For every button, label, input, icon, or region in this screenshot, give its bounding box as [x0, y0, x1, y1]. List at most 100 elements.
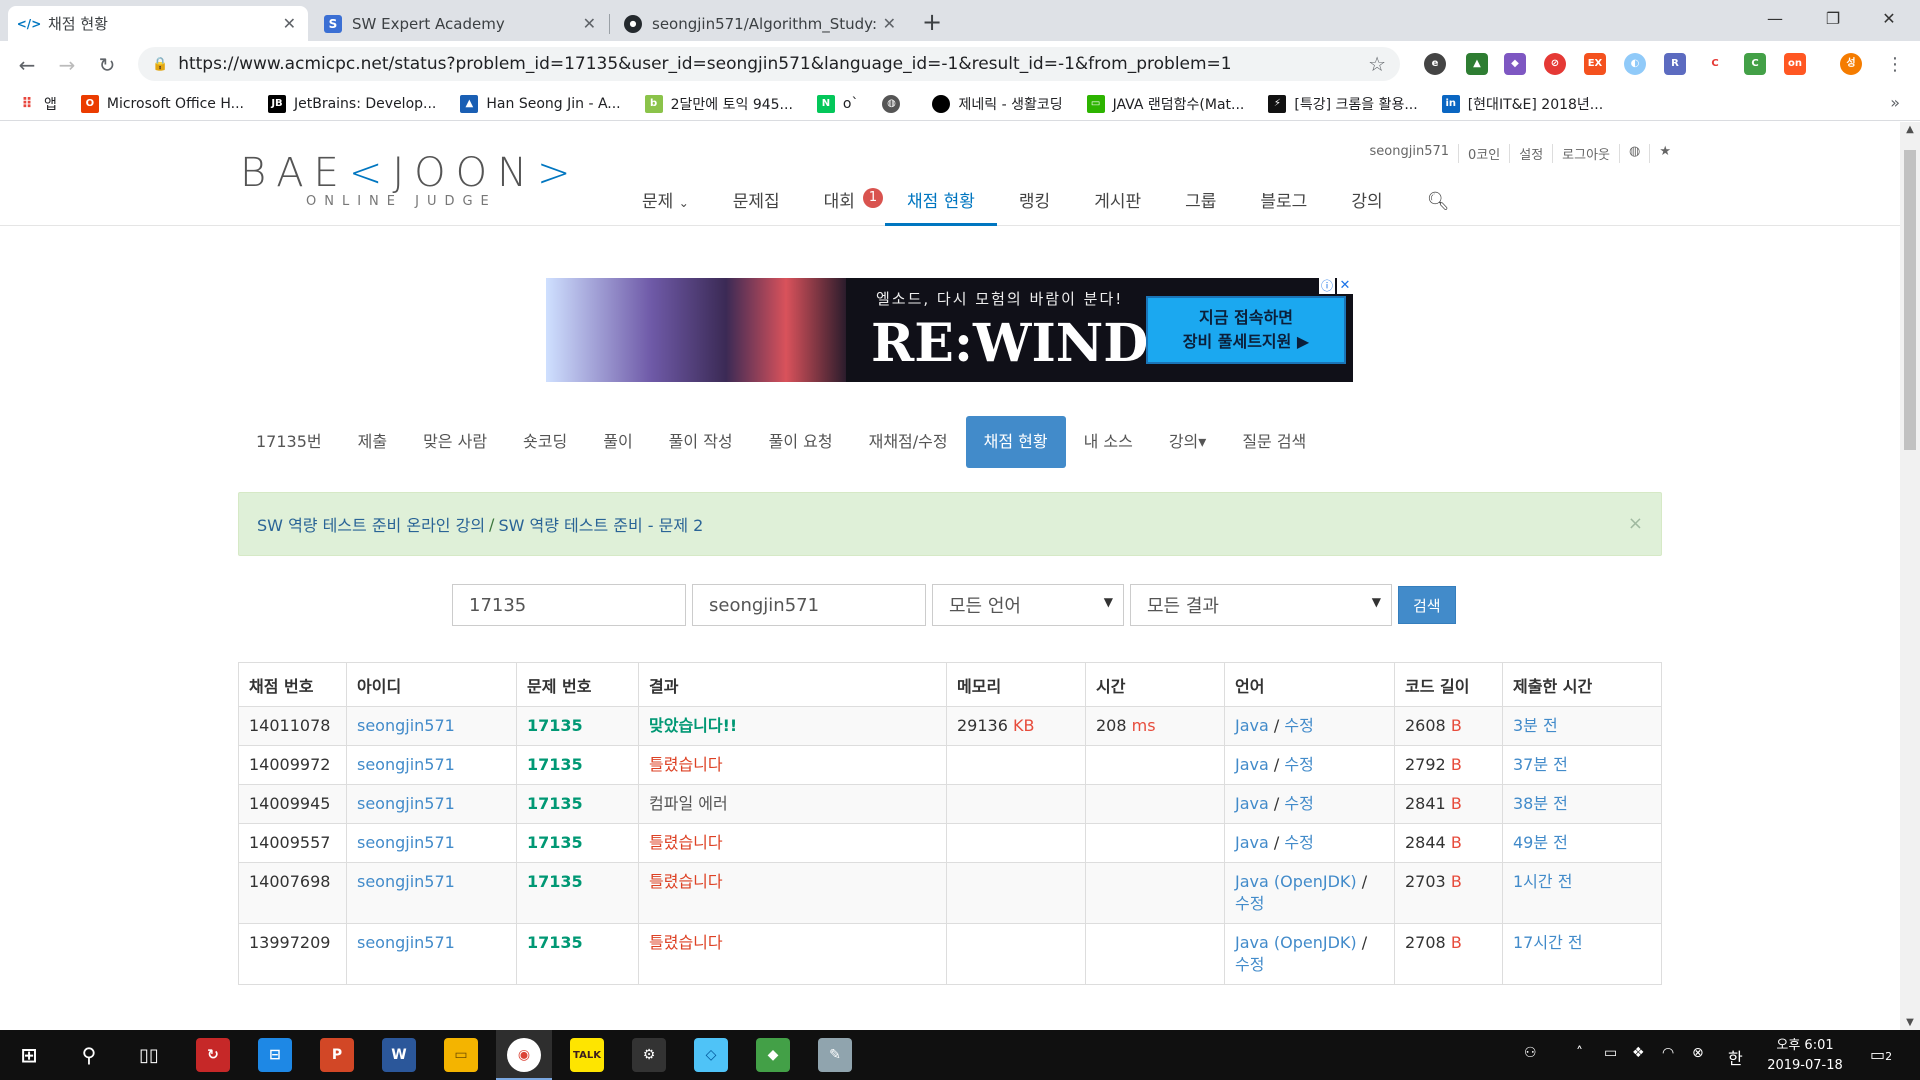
reload-icon[interactable]: ↻: [92, 50, 122, 80]
nav-lecture[interactable]: 강의: [1329, 180, 1404, 226]
bookmark-item[interactable]: JB JetBrains: Develop...: [268, 94, 436, 113]
bookmark-star-icon[interactable]: ☆: [1368, 52, 1386, 76]
chrome-menu-icon[interactable]: ⋮: [1880, 50, 1910, 80]
subnav-accepted-users[interactable]: 맞은 사람: [405, 416, 505, 468]
window-close-icon[interactable]: ✕: [1866, 4, 1912, 34]
user-id-input[interactable]: seongjin571: [692, 584, 926, 626]
logout-link[interactable]: 로그아웃: [1552, 144, 1619, 163]
edit-link[interactable]: 수정: [1284, 794, 1313, 813]
page-scrollbar[interactable]: ▲ ▼: [1900, 122, 1920, 1030]
network-app-icon[interactable]: ⊟: [258, 1038, 292, 1072]
user-link[interactable]: seongjin571: [357, 794, 455, 813]
nav-board[interactable]: 게시판: [1072, 180, 1163, 226]
minimize-icon[interactable]: —: [1752, 4, 1798, 34]
language-select[interactable]: 모든 언어 ▼: [932, 584, 1124, 626]
app-icon[interactable]: ◇: [694, 1038, 728, 1072]
browser-tab-github[interactable]: ● seongjin571/Algorithm_Study: ✕: [612, 6, 908, 41]
app-icon[interactable]: ◆: [756, 1038, 790, 1072]
scroll-up-icon[interactable]: ▲: [1900, 124, 1920, 135]
bookmark-item[interactable]: ⚡ [특강] 크롬을 활용...: [1268, 94, 1418, 114]
user-link[interactable]: seongjin571: [357, 833, 455, 852]
edit-link[interactable]: 수정: [1284, 833, 1313, 852]
nav-group[interactable]: 그룹: [1163, 180, 1238, 226]
username-link[interactable]: seongjin571: [1361, 144, 1459, 163]
problem-link[interactable]: 17135: [527, 755, 583, 774]
result-select[interactable]: 모든 결과 ▼: [1130, 584, 1392, 626]
bookmark-item[interactable]: ⠿ 앱: [18, 94, 57, 114]
nav-blog[interactable]: 블로그: [1238, 180, 1329, 226]
alert-link-problem[interactable]: SW 역량 테스트 준비 - 문제 2: [498, 512, 703, 536]
profile-avatar[interactable]: 성: [1840, 53, 1862, 75]
edit-link[interactable]: 수정: [1284, 755, 1313, 774]
nav-contest[interactable]: 대회 1: [802, 180, 885, 226]
language-link[interactable]: Java: [1235, 716, 1269, 735]
subnav-short-coding[interactable]: 숏코딩: [505, 416, 585, 468]
edit-link[interactable]: 수정: [1235, 955, 1264, 974]
close-icon[interactable]: ✕: [583, 14, 596, 33]
powerpoint-icon[interactable]: P: [320, 1038, 354, 1072]
windows-start-icon[interactable]: ⊞: [12, 1038, 46, 1072]
new-tab-icon[interactable]: +: [922, 8, 942, 36]
subnav-question-search[interactable]: 질문 검색: [1224, 416, 1324, 468]
settings-gear-icon[interactable]: ⚙: [632, 1038, 666, 1072]
user-link[interactable]: seongjin571: [357, 716, 455, 735]
subnav-problem[interactable]: 17135번: [238, 416, 340, 468]
user-link[interactable]: seongjin571: [357, 933, 455, 952]
bookmark-item[interactable]: in [현대IT&E] 2018년...: [1441, 94, 1603, 114]
extension-icon[interactable]: ◐: [1624, 53, 1646, 75]
subnav-my-source[interactable]: 내 소스: [1066, 416, 1151, 468]
ad-info-icon[interactable]: ⓘ: [1319, 278, 1335, 294]
extension-icon[interactable]: ⊘: [1544, 53, 1566, 75]
back-icon[interactable]: ←: [12, 50, 42, 80]
notification-icon[interactable]: ▭2: [1870, 1045, 1892, 1064]
url-text[interactable]: https://www.acmicpc.net/status?problem_i…: [178, 54, 1231, 74]
app-icon[interactable]: ↻: [196, 1038, 230, 1072]
paint-icon[interactable]: ✎: [818, 1038, 852, 1072]
alert-close-icon[interactable]: ×: [1628, 513, 1643, 534]
submitted-time-link[interactable]: 1시간 전: [1513, 872, 1572, 891]
browser-tab-status[interactable]: </> 채점 현황 ✕: [8, 6, 308, 41]
nav-status[interactable]: 채점 현황: [884, 180, 997, 226]
globe-icon[interactable]: ◍: [1619, 144, 1649, 163]
close-icon[interactable]: ✕: [283, 14, 296, 33]
close-icon[interactable]: ✕: [883, 14, 896, 33]
search-icon[interactable]: ⚲: [72, 1038, 106, 1072]
task-view-icon[interactable]: ▯▯: [132, 1038, 166, 1072]
language-link[interactable]: Java: [1235, 833, 1269, 852]
submitted-time-link[interactable]: 38분 전: [1513, 794, 1568, 813]
settings-link[interactable]: 설정: [1509, 144, 1552, 163]
extension-icon[interactable]: C: [1704, 53, 1726, 75]
kakaotalk-icon[interactable]: TALK: [570, 1038, 604, 1072]
submitted-time-link[interactable]: 3분 전: [1513, 716, 1558, 735]
coin-link[interactable]: 0코인: [1458, 144, 1509, 163]
submitted-time-link[interactable]: 49분 전: [1513, 833, 1568, 852]
dropbox-icon[interactable]: ❖: [1632, 1045, 1645, 1061]
language-link[interactable]: Java: [1235, 794, 1269, 813]
extension-icon[interactable]: EX: [1584, 53, 1606, 75]
subnav-rejudge[interactable]: 재채점/수정: [851, 416, 966, 468]
site-logo[interactable]: BAE<JOON> ONLINE JUDGE: [240, 150, 581, 209]
extension-icon[interactable]: ◆: [1504, 53, 1526, 75]
problem-link[interactable]: 17135: [527, 872, 583, 891]
ime-indicator[interactable]: 한: [1728, 1045, 1743, 1069]
mute-icon[interactable]: ⊗: [1692, 1045, 1704, 1061]
system-clock[interactable]: 오후 6:01 2019-07-18: [1760, 1036, 1850, 1076]
extension-icon[interactable]: e: [1424, 53, 1446, 75]
subnav-request-solution[interactable]: 풀이 요청: [751, 416, 851, 468]
extension-icon[interactable]: on: [1784, 53, 1806, 75]
user-link[interactable]: seongjin571: [357, 872, 455, 891]
chevron-up-icon[interactable]: ˄: [1576, 1045, 1583, 1061]
ad-banner[interactable]: 엘소드, 다시 모험의 바람이 분다! RE:WIND 지금 접속하면 장비 풀…: [546, 278, 1353, 382]
bookmarks-overflow-icon[interactable]: »: [1890, 93, 1900, 112]
subnav-submit[interactable]: 제출: [340, 416, 405, 468]
nav-ranking[interactable]: 랭킹: [997, 180, 1072, 226]
extension-icon[interactable]: ▲: [1466, 53, 1488, 75]
ad-cta[interactable]: 지금 접속하면 장비 풀세트지원 ▶: [1146, 296, 1346, 364]
chrome-icon[interactable]: ◉: [507, 1038, 541, 1072]
people-icon[interactable]: ⚇: [1524, 1045, 1537, 1061]
problem-link[interactable]: 17135: [527, 933, 583, 952]
subnav-write-solution[interactable]: 풀이 작성: [651, 416, 751, 468]
subnav-solutions[interactable]: 풀이: [585, 416, 650, 468]
bookmark-item[interactable]: 제네릭 - 생활코딩: [932, 94, 1063, 114]
problem-id-input[interactable]: 17135: [452, 584, 686, 626]
